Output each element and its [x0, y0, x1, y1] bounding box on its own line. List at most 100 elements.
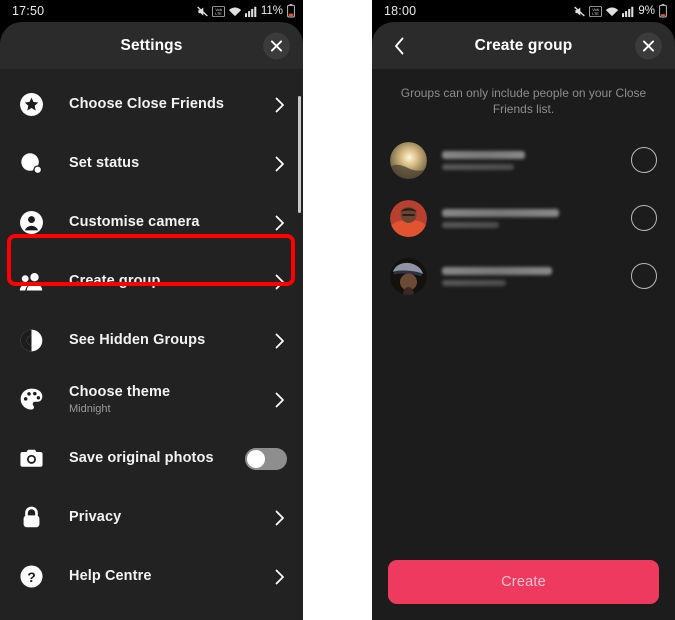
create-group-sheet: Create group Groups can only include peo…	[372, 22, 675, 620]
friend-name-block	[442, 208, 631, 228]
friend-select-circle[interactable]	[631, 205, 657, 231]
create-group-body: Groups can only include people on your C…	[372, 69, 675, 620]
settings-item-sublabel: Midnight	[69, 402, 111, 415]
signal-icon	[622, 6, 634, 17]
close-friends-note: Groups can only include people on your C…	[400, 86, 647, 116]
svg-text:?: ?	[27, 569, 36, 585]
friend-list-item[interactable]	[372, 131, 675, 189]
volte-icon: Volt LTE	[211, 5, 225, 17]
battery-percent-label: 9%	[638, 5, 655, 17]
screenshot-stage: 17:50 Volt LTE 11% Settings Choose Close…	[0, 0, 675, 620]
people-group-icon	[19, 269, 49, 295]
friend-name-redacted	[442, 208, 560, 217]
wifi-icon	[228, 7, 242, 16]
battery-icon	[659, 4, 667, 18]
settings-header: Settings	[0, 22, 303, 69]
friend-handle-redacted	[442, 163, 514, 170]
question-circle-icon: ?	[19, 564, 49, 589]
person-circle-icon	[19, 210, 49, 235]
friend-list	[372, 127, 675, 560]
settings-item-text: Save original photos	[69, 450, 245, 467]
camera-icon	[19, 446, 49, 471]
signal-icon	[244, 6, 257, 17]
close-icon	[271, 40, 282, 51]
page-title: Create group	[474, 36, 573, 54]
battery-percent-label: 11%	[260, 5, 283, 17]
settings-sheet: Settings Choose Close Friends Set status…	[0, 22, 303, 620]
settings-item-privacy[interactable]: Privacy	[0, 488, 303, 547]
right-status-bar: 18:00 Volt LTE 9%	[372, 0, 675, 22]
settings-item-save-original-photos[interactable]: Save original photos	[0, 429, 303, 488]
avatar	[390, 141, 427, 179]
chevron-right-icon	[273, 97, 287, 113]
page-title: Settings	[120, 36, 183, 54]
chevron-right-icon	[273, 392, 287, 408]
settings-item-text: Privacy	[69, 509, 273, 526]
chevron-right-icon	[273, 569, 287, 585]
avatar	[390, 257, 427, 295]
friend-name-redacted	[442, 150, 526, 159]
settings-item-label: Save original photos	[69, 450, 214, 466]
settings-item-label: See Hidden Groups	[69, 332, 206, 348]
settings-item-choose-theme[interactable]: Choose theme Midnight	[0, 370, 303, 429]
right-phone-create-group: 18:00 Volt LTE 9% Create group Groups ca…	[372, 0, 675, 620]
back-button[interactable]	[386, 33, 412, 59]
chevron-right-icon	[273, 274, 287, 290]
close-button[interactable]	[263, 32, 290, 59]
close-icon	[643, 40, 654, 51]
svg-text:LTE: LTE	[215, 12, 222, 16]
chevron-right-icon	[273, 156, 287, 172]
left-status-bar: 17:50 Volt LTE 11%	[0, 0, 303, 22]
mute-icon	[197, 6, 208, 16]
settings-item-label: Choose Close Friends	[69, 96, 225, 112]
chevron-right-icon	[273, 333, 287, 349]
friend-select-circle[interactable]	[631, 147, 657, 173]
wifi-icon	[606, 7, 619, 16]
friend-name-block	[442, 266, 631, 286]
status-bubble-icon	[19, 151, 49, 176]
status-icon-group: Volt LTE 11%	[196, 4, 295, 18]
settings-item-text: Choose theme Midnight	[69, 384, 273, 416]
lock-icon	[19, 505, 49, 530]
settings-item-text: Customise camera	[69, 214, 273, 231]
settings-item-label: Help Centre	[69, 568, 152, 584]
settings-item-set-status[interactable]: Set status	[0, 134, 303, 193]
chevron-right-icon	[273, 215, 287, 231]
settings-item-help-centre[interactable]: ? Help Centre	[0, 547, 303, 606]
settings-item-text: Choose Close Friends	[69, 96, 273, 113]
status-clock: 17:50	[12, 4, 45, 18]
settings-item-text: Help Centre	[69, 568, 273, 585]
star-badge-icon	[19, 92, 49, 117]
friend-handle-redacted	[442, 221, 499, 228]
hidden-eye-icon	[19, 328, 49, 353]
friend-list-item[interactable]	[372, 189, 675, 247]
settings-item-create-group[interactable]: Create group	[0, 252, 303, 311]
status-icon-group: Volt LTE 9%	[573, 4, 667, 18]
settings-item-customise-camera[interactable]: Customise camera	[0, 193, 303, 252]
status-clock: 18:00	[384, 4, 417, 18]
settings-item-choose-close-friends[interactable]: Choose Close Friends	[0, 75, 303, 134]
chevron-right-icon	[273, 510, 287, 526]
create-group-header: Create group	[372, 22, 675, 69]
settings-body: Choose Close Friends Set status Customis…	[0, 69, 303, 620]
settings-item-label: Customise camera	[69, 214, 200, 230]
chevron-left-icon	[394, 37, 403, 54]
close-button[interactable]	[635, 32, 662, 59]
mute-icon	[574, 6, 586, 16]
settings-item-see-hidden-groups[interactable]: See Hidden Groups	[0, 311, 303, 370]
settings-list: Choose Close Friends Set status Customis…	[0, 69, 303, 620]
left-phone-settings: 17:50 Volt LTE 11% Settings Choose Close…	[0, 0, 303, 620]
settings-item-log-out[interactable]: Log out	[0, 606, 303, 620]
settings-item-label: Set status	[69, 155, 140, 171]
friend-handle-redacted	[442, 279, 507, 286]
volte-icon: Volt LTE	[589, 5, 603, 17]
friend-select-circle[interactable]	[631, 263, 657, 289]
settings-item-label: Create group	[69, 273, 161, 289]
friend-list-item[interactable]	[372, 247, 675, 305]
save-original-photos-toggle[interactable]	[245, 447, 287, 470]
create-button[interactable]: Create	[388, 560, 659, 604]
settings-item-label: Privacy	[69, 509, 122, 525]
avatar	[390, 199, 427, 237]
friend-name-block	[442, 150, 631, 170]
toggle-knob	[247, 449, 265, 468]
